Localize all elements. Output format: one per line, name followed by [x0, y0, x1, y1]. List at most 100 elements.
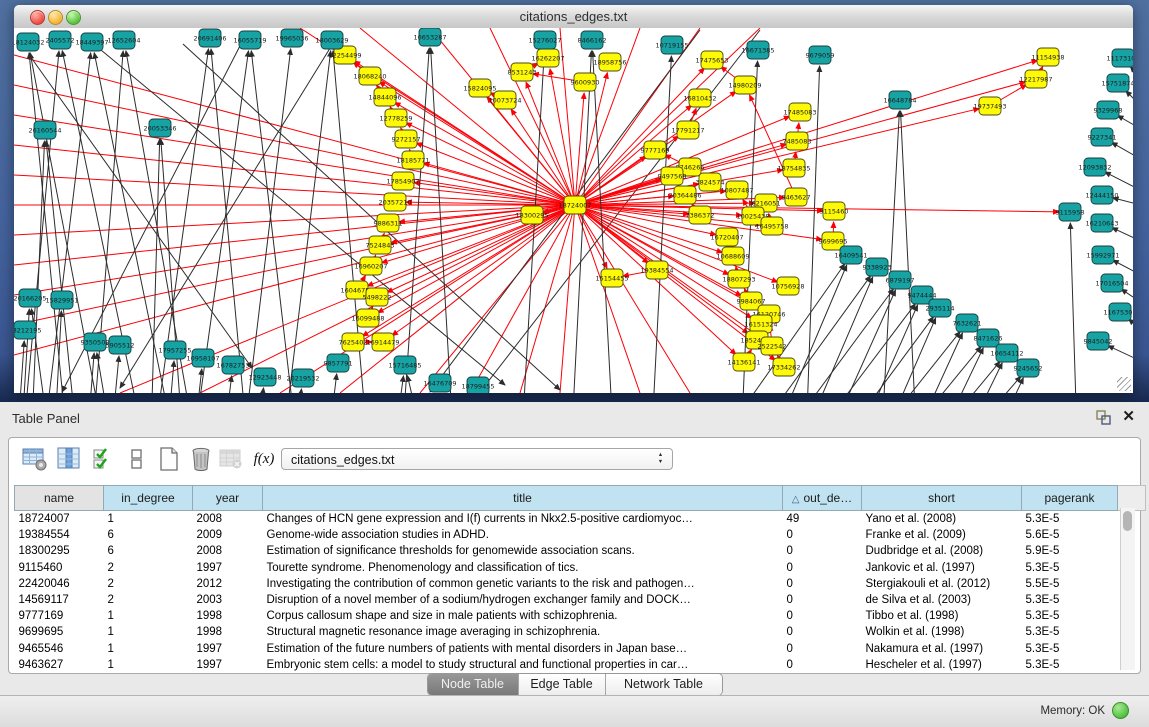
table-row[interactable]: 1938455462009Genome-wide association stu…: [15, 527, 1146, 543]
graph-edge[interactable]: [407, 376, 420, 393]
graph-edge[interactable]: [396, 376, 403, 393]
cell-year[interactable]: 1997: [193, 641, 263, 657]
graph-node[interactable]: 10756928: [771, 277, 804, 295]
cell-name[interactable]: 9115460: [15, 560, 104, 576]
graph-edge[interactable]: [150, 139, 160, 393]
row-height-button[interactable]: [123, 445, 151, 473]
graph-node[interactable]: 9886311: [374, 214, 403, 232]
graph-node[interactable]: 16648784: [883, 91, 916, 109]
graph-node[interactable]: 7632621: [953, 314, 982, 332]
cell-title[interactable]: Genome-wide association studies in ADHD.: [263, 527, 783, 543]
graph-node[interactable]: 18754835: [777, 159, 810, 177]
cell-short[interactable]: Yano et al. (2008): [862, 511, 1022, 528]
graph-node[interactable]: 15751874: [1101, 74, 1133, 92]
graph-node[interactable]: 16476709: [423, 374, 456, 392]
table-scrollbar-thumb[interactable]: [1123, 511, 1132, 531]
graph-node[interactable]: 18068240: [353, 67, 386, 85]
graph-node[interactable]: 18449397: [75, 33, 108, 51]
table-row[interactable]: 1456911722003Disruption of a novel membe…: [15, 592, 1146, 608]
graph-node[interactable]: 18807293: [722, 270, 755, 288]
graph-edge[interactable]: [14, 175, 575, 205]
graph-node[interactable]: 10653287: [413, 28, 446, 46]
graph-edge[interactable]: [168, 361, 174, 393]
graph-edge[interactable]: [520, 205, 575, 393]
tab-edge-table[interactable]: Edge Table: [519, 674, 606, 695]
cell-title[interactable]: Embryonic stem cells: a model to study s…: [263, 657, 783, 673]
graph-node[interactable]: 17016504: [1095, 274, 1128, 292]
cell-in_degree[interactable]: 1: [104, 624, 193, 640]
column-header-short[interactable]: short: [862, 486, 1022, 511]
new-column-button[interactable]: [155, 445, 183, 473]
cell-name[interactable]: 18724007: [15, 511, 104, 528]
cell-short[interactable]: Hescheler et al. (1997): [862, 657, 1022, 673]
graph-node[interactable]: 17854907: [386, 172, 419, 190]
graph-node[interactable]: 16671385: [741, 41, 774, 59]
graph-edge[interactable]: [14, 55, 575, 205]
graph-node[interactable]: 16210643: [1085, 214, 1118, 232]
graph-node[interactable]: 16720407: [710, 228, 743, 246]
graph-node[interactable]: 20691406: [193, 29, 226, 47]
cell-pagerank[interactable]: 5.5E-5: [1022, 576, 1118, 592]
network-window-titlebar[interactable]: citations_edges.txt: [14, 5, 1133, 29]
graph-node[interactable]: 8531243: [508, 63, 537, 81]
cell-title[interactable]: Disruption of a novel member of a sodium…: [263, 592, 783, 608]
cell-in_degree[interactable]: 2: [104, 576, 193, 592]
cell-name[interactable]: 9699695: [15, 624, 104, 640]
graph-node[interactable]: 14136141: [727, 353, 760, 371]
graph-edge[interactable]: [550, 69, 575, 205]
table-selector-dropdown[interactable]: citations_edges.txt ▲▼: [281, 448, 673, 470]
graph-node[interactable]: 7485083: [783, 132, 812, 150]
graph-edge[interactable]: [1112, 228, 1133, 250]
memory-indicator-dot[interactable]: [1112, 702, 1129, 719]
delete-column-button[interactable]: [187, 445, 215, 473]
cell-pagerank[interactable]: 5.3E-5: [1022, 511, 1118, 528]
cell-short[interactable]: de Silva et al. (2003): [862, 592, 1022, 608]
graph-node[interactable]: 15276027: [528, 31, 561, 49]
graph-edge[interactable]: [14, 205, 575, 295]
table-row[interactable]: 1830029562008Estimation of significance …: [15, 543, 1146, 559]
table-scrollbar[interactable]: [1120, 508, 1135, 670]
table-row[interactable]: 1872400712008Changes of HCN gene express…: [15, 511, 1146, 528]
cell-name[interactable]: 9465546: [15, 641, 104, 657]
graph-node[interactable]: 26160544: [28, 121, 61, 139]
cell-pagerank[interactable]: 5.3E-5: [1022, 560, 1118, 576]
graph-node[interactable]: 18212195: [14, 321, 42, 339]
cell-pagerank[interactable]: 5.9E-5: [1022, 543, 1118, 559]
graph-node[interactable]: 18124032: [14, 33, 45, 51]
cell-out_degree[interactable]: 0: [783, 560, 862, 576]
cell-in_degree[interactable]: 1: [104, 641, 193, 657]
cell-out_degree[interactable]: 0: [783, 576, 862, 592]
cell-title[interactable]: Tourette syndrome. Phenomenology and cla…: [263, 560, 783, 576]
cell-year[interactable]: 1998: [193, 624, 263, 640]
graph-node[interactable]: 15716485: [388, 356, 421, 374]
graph-node[interactable]: 9463627: [782, 188, 811, 206]
graph-node[interactable]: 18185771: [396, 151, 429, 169]
graph-node[interactable]: 11173106: [1106, 49, 1133, 67]
function-builder-button[interactable]: f(x): [247, 445, 281, 473]
cell-name[interactable]: 19384554: [15, 527, 104, 543]
graph-edge[interactable]: [416, 143, 575, 205]
graph-edge[interactable]: [526, 82, 575, 205]
graph-edge[interactable]: [190, 51, 248, 393]
graph-node[interactable]: 2935114: [926, 299, 955, 317]
column-header-outde[interactable]: △out_de…: [783, 486, 862, 511]
graph-node[interactable]: 8466162: [578, 31, 607, 49]
graph-edge[interactable]: [30, 141, 45, 393]
cell-in_degree[interactable]: 6: [104, 527, 193, 543]
graph-edge[interactable]: [258, 388, 264, 393]
table-row[interactable]: 946554611997Estimation of the future num…: [15, 641, 1146, 657]
cell-year[interactable]: 1997: [193, 560, 263, 576]
cell-out_degree[interactable]: 0: [783, 608, 862, 624]
graph-edge[interactable]: [901, 111, 918, 393]
cell-short[interactable]: Nakamura et al. (1997): [862, 641, 1022, 657]
graph-edge[interactable]: [950, 363, 1002, 393]
graph-edge[interactable]: [880, 347, 981, 393]
tab-network-table[interactable]: Network Table: [606, 674, 722, 695]
graph-node[interactable]: 9115460: [820, 202, 849, 220]
graph-node[interactable]: 12652604: [107, 31, 140, 49]
graph-edge[interactable]: [296, 389, 302, 393]
graph-node[interactable]: 7386372: [686, 206, 715, 224]
table-row[interactable]: 969969511998Structural magnetic resonanc…: [15, 624, 1146, 640]
column-header-pagerank[interactable]: pagerank: [1022, 486, 1118, 511]
graph-edge[interactable]: [1113, 198, 1133, 210]
